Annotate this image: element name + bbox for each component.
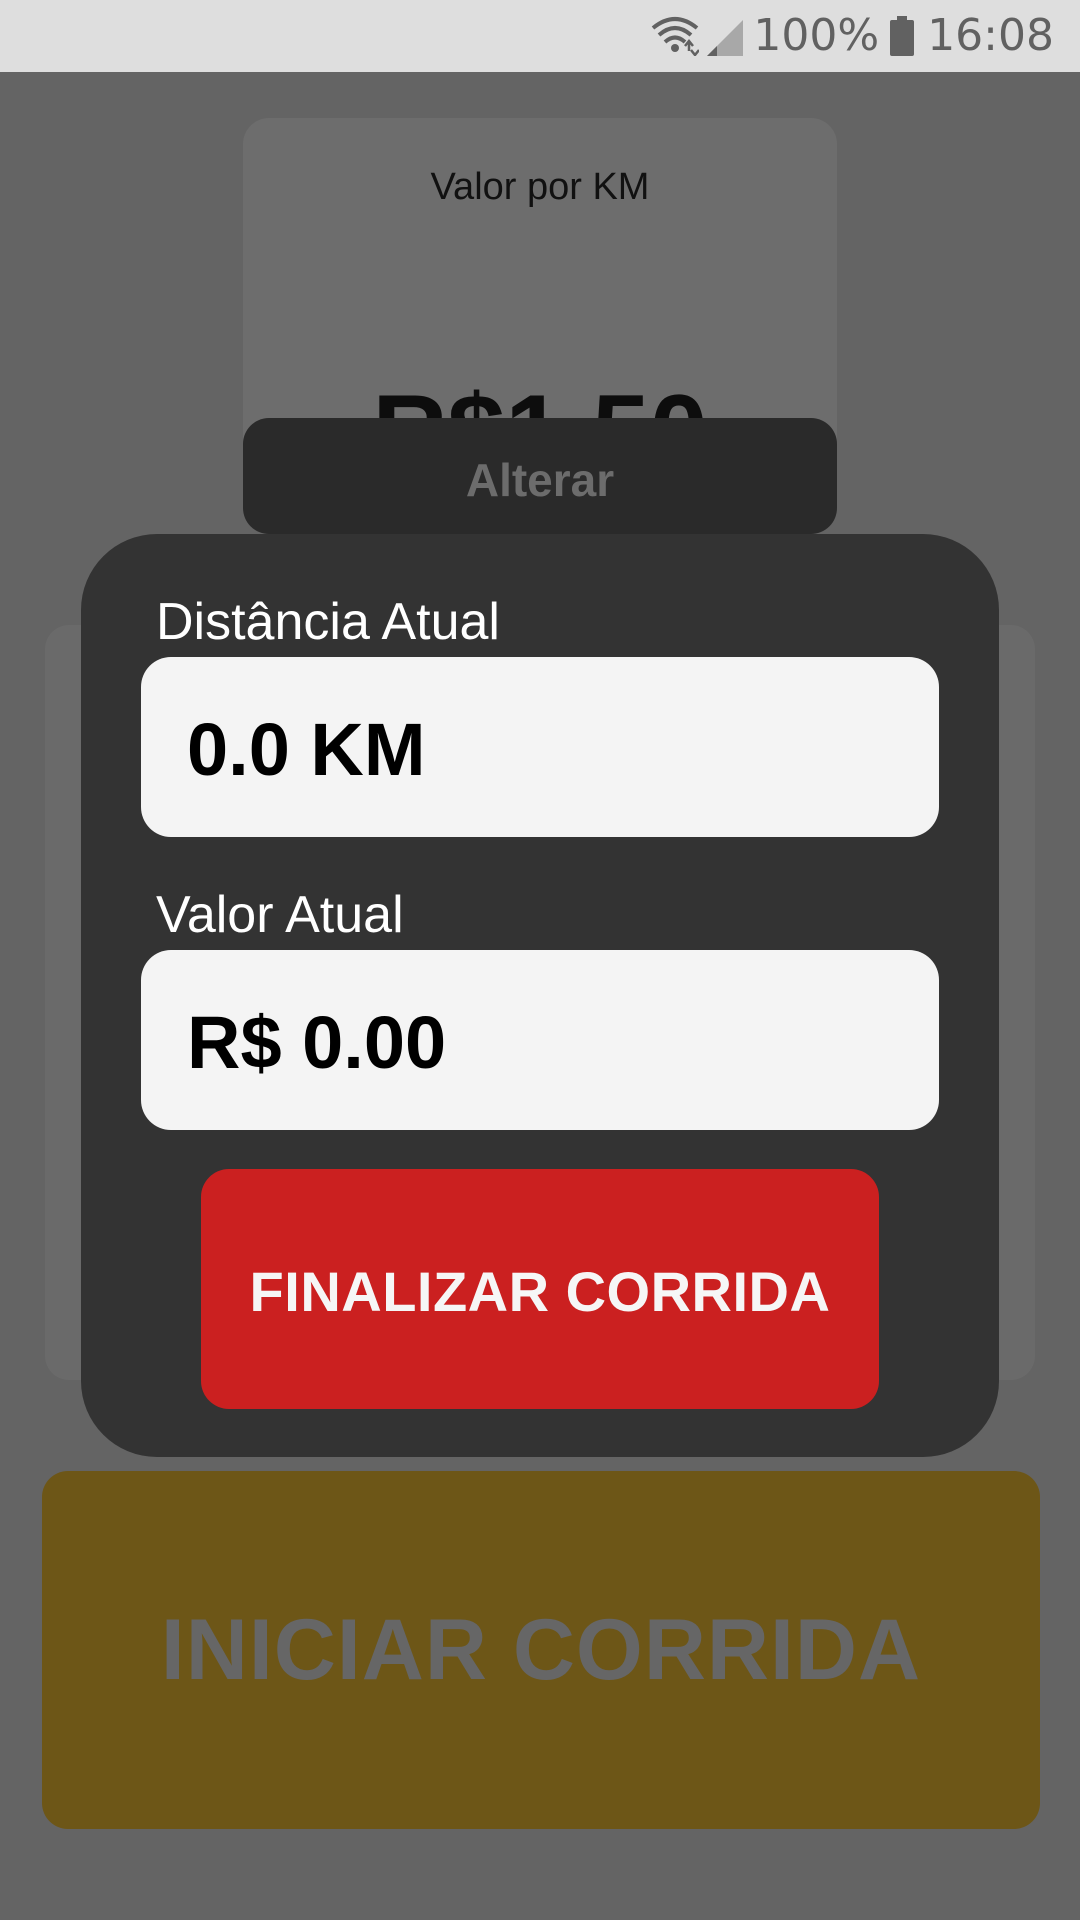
distance-field: 0.0 KM — [141, 657, 939, 837]
rate-per-km-label: Valor por KM — [430, 166, 650, 208]
distance-label: Distância Atual — [156, 593, 500, 651]
start-ride-button[interactable]: INICIAR CORRIDA — [42, 1471, 1040, 1829]
fare-field: R$ 0.00 — [141, 950, 939, 1130]
battery-icon — [889, 16, 915, 56]
status-bar: 100% 16:08 — [0, 0, 1080, 72]
wifi-icon — [651, 16, 701, 58]
finish-ride-button[interactable]: FINALIZAR CORRIDA — [201, 1169, 879, 1409]
fare-label: Valor Atual — [156, 886, 404, 944]
ride-modal: Distância Atual 0.0 KM Valor Atual R$ 0.… — [81, 534, 999, 1457]
battery-percent: 100% — [753, 10, 880, 61]
change-rate-button[interactable]: Alterar — [243, 418, 837, 534]
signal-icon — [703, 16, 744, 56]
clock: 16:08 — [927, 10, 1054, 61]
